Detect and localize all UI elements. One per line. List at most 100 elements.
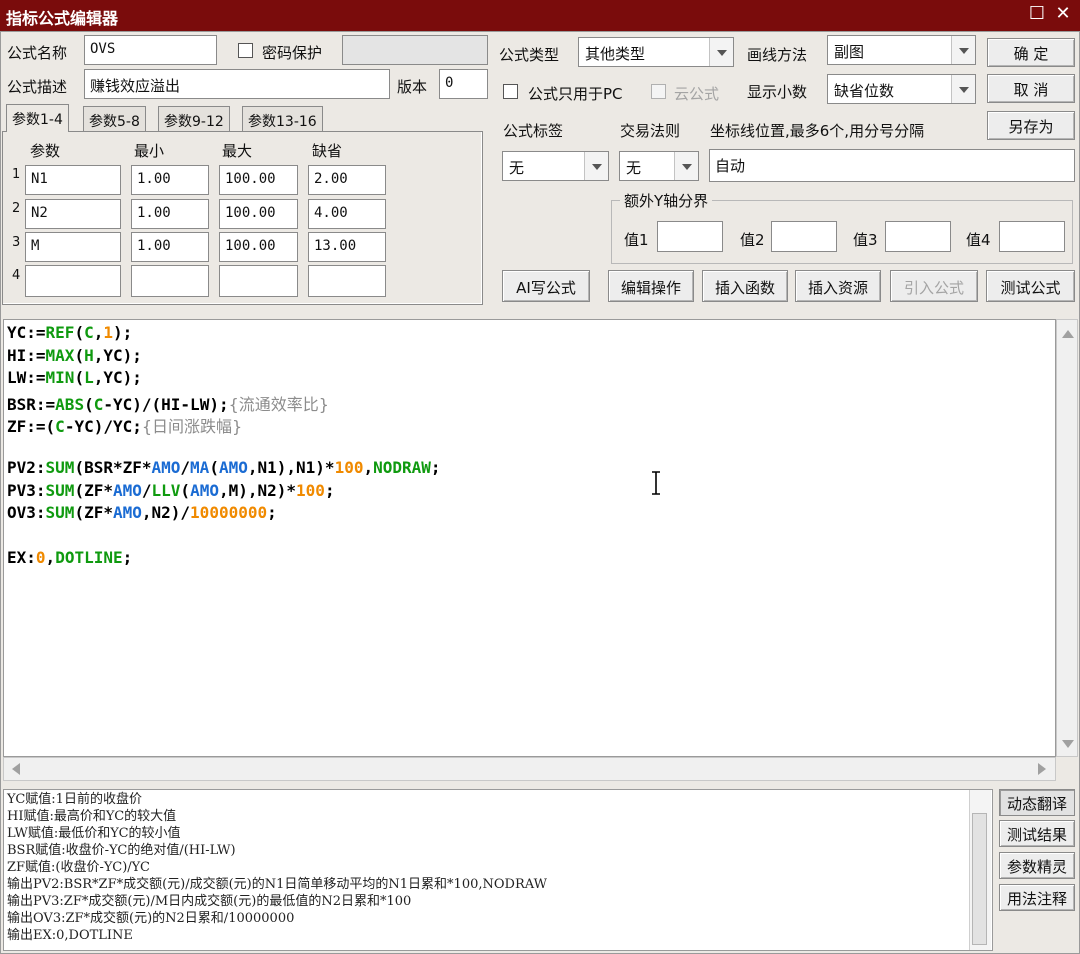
formula-name-input[interactable]: OVS xyxy=(84,35,217,65)
param-default-input[interactable] xyxy=(308,265,386,297)
tab-params-13-16[interactable]: 参数13-16 xyxy=(242,106,323,132)
code-token: , xyxy=(93,323,104,342)
output-line: 输出OV3:ZF*成交额(元)的N2日累和/10000000 xyxy=(7,911,295,926)
param-default-input[interactable]: 13.00 xyxy=(308,232,386,262)
decimals-value: 缺省位数 xyxy=(834,82,895,100)
formula-desc-input[interactable]: 赚钱效应溢出 xyxy=(84,69,390,99)
pc-only-label: 公式只用于PC xyxy=(528,85,623,103)
formula-tag-select[interactable]: 无 xyxy=(502,151,609,181)
param-name-input[interactable] xyxy=(25,265,121,297)
scroll-left-icon[interactable] xyxy=(12,763,20,775)
code-line: ZF:=(C-YC)/YC;{日间涨跌幅} xyxy=(7,413,242,436)
draw-method-select[interactable]: 副图 xyxy=(827,35,976,65)
value2-label: 值2 xyxy=(740,231,765,249)
chevron-down-icon[interactable] xyxy=(951,36,975,64)
usage-notes-button[interactable]: 用法注释 xyxy=(999,884,1075,911)
output-line: BSR赋值:收盘价-YC的绝对值/(HI-LW) xyxy=(7,843,236,858)
code-line: EX:0,DOTLINE; xyxy=(7,548,132,571)
param-header-max: 最大 xyxy=(222,142,253,160)
code-line: LW:=MIN(L,YC); xyxy=(7,368,142,391)
value4-label: 值4 xyxy=(966,231,991,249)
edit-operations-button[interactable]: 编辑操作 xyxy=(608,270,694,302)
formula-type-select[interactable]: 其他类型 xyxy=(578,37,734,67)
code-token: AMO xyxy=(112,503,142,522)
param-max-input[interactable]: 100.00 xyxy=(219,199,298,229)
code-token: ,N2)/ xyxy=(141,503,191,522)
tab-params-1-4[interactable]: 参数1-4 xyxy=(6,104,69,132)
cloud-formula-label: 云公式 xyxy=(674,85,720,103)
code-editor[interactable]: YC:=REF(C,1); HI:=MAX(H,YC); LW:=MIN(L,YC)… xyxy=(3,319,1056,757)
value3-input[interactable] xyxy=(885,221,951,252)
tab-params-9-12[interactable]: 参数9-12 xyxy=(158,106,230,132)
param-max-input[interactable]: 100.00 xyxy=(219,232,298,262)
dynamic-translate-button[interactable]: 动态翻译 xyxy=(999,789,1075,816)
code-token: 10000000 xyxy=(190,503,268,522)
extra-y-axis-title: 额外Y轴分界 xyxy=(620,190,713,211)
code-line: YC:=REF(C,1); xyxy=(7,323,132,346)
trade-rule-select[interactable]: 无 xyxy=(619,151,699,181)
editor-vertical-scrollbar[interactable] xyxy=(1056,319,1078,757)
code-token: ,YC); xyxy=(93,345,142,365)
version-label: 版本 xyxy=(397,78,428,96)
test-formula-button[interactable]: 测试公式 xyxy=(986,270,1075,302)
param-row-index: 2 xyxy=(12,201,21,216)
param-max-input[interactable]: 100.00 xyxy=(219,165,298,195)
value2-input[interactable] xyxy=(771,221,837,252)
editor-horizontal-scrollbar[interactable] xyxy=(3,757,1056,781)
param-min-input[interactable]: 1.00 xyxy=(131,165,209,195)
code-token: MA xyxy=(190,458,210,477)
param-default-input[interactable]: 2.00 xyxy=(308,165,386,195)
axis-position-input[interactable]: 自动 xyxy=(709,149,1075,182)
output-scroll-thumb[interactable] xyxy=(972,813,987,945)
scroll-down-icon[interactable] xyxy=(1062,740,1074,748)
code-line: BSR:=ABS(C-YC)/(HI-LW);{流通效率比} xyxy=(7,391,329,414)
password-checkbox[interactable] xyxy=(238,43,253,58)
ai-write-formula-button[interactable]: AI写公式 xyxy=(502,270,590,302)
param-row-index: 4 xyxy=(12,268,21,283)
param-min-input[interactable]: 1.00 xyxy=(131,199,209,229)
code-token: ,YC); xyxy=(93,368,142,387)
value3-label: 值3 xyxy=(853,231,878,249)
param-header-min: 最小 xyxy=(134,142,165,160)
param-min-input[interactable]: 1.00 xyxy=(131,232,209,262)
chevron-down-icon[interactable] xyxy=(584,152,608,180)
formula-type-label: 公式类型 xyxy=(499,46,560,64)
code-token: 100 xyxy=(334,458,364,477)
trade-rule-label: 交易法则 xyxy=(620,122,681,140)
scroll-up-icon[interactable] xyxy=(1062,330,1074,338)
title-bar: 指标公式编辑器 ☐ ✕ xyxy=(0,0,1080,31)
close-window-icon[interactable]: ✕ xyxy=(1052,3,1074,25)
param-name-input[interactable]: M xyxy=(25,232,121,262)
code-line: PV2:SUM(BSR*ZF*AMO/MA(AMO,N1),N1)*100,NO… xyxy=(7,458,441,481)
insert-resource-button[interactable]: 插入资源 xyxy=(795,270,881,302)
code-token: ( xyxy=(74,323,85,342)
cancel-button[interactable]: 取 消 xyxy=(987,74,1075,103)
code-token: ); xyxy=(113,323,133,342)
version-input[interactable]: 0 xyxy=(439,69,488,99)
pc-only-checkbox[interactable] xyxy=(503,84,518,99)
chevron-down-icon[interactable] xyxy=(951,75,975,103)
ok-button[interactable]: 确 定 xyxy=(987,38,1075,67)
value1-input[interactable] xyxy=(657,221,723,252)
code-token: OV3: xyxy=(7,503,46,522)
param-default-input[interactable]: 4.00 xyxy=(308,199,386,229)
password-input xyxy=(342,35,488,65)
insert-function-button[interactable]: 插入函数 xyxy=(702,270,788,302)
save-as-button[interactable]: 另存为 xyxy=(987,111,1075,140)
param-name-input[interactable]: N1 xyxy=(25,165,121,195)
param-min-input[interactable] xyxy=(131,265,209,297)
tab-params-5-8[interactable]: 参数5-8 xyxy=(83,106,146,132)
value4-input[interactable] xyxy=(999,221,1065,252)
restore-window-icon[interactable]: ☐ xyxy=(1026,3,1048,25)
param-wizard-button[interactable]: 参数精灵 xyxy=(999,852,1075,879)
decimals-select[interactable]: 缺省位数 xyxy=(827,74,976,104)
param-max-input[interactable] xyxy=(219,265,298,297)
test-result-button[interactable]: 测试结果 xyxy=(999,820,1075,847)
chevron-down-icon[interactable] xyxy=(674,152,698,180)
code-line: HI:=MAX(H,YC); xyxy=(7,346,142,369)
code-token: 0 xyxy=(35,548,46,567)
code-token: -YC)/YC; xyxy=(64,417,142,436)
scroll-right-icon[interactable] xyxy=(1038,763,1046,775)
chevron-down-icon[interactable] xyxy=(709,38,733,66)
param-name-input[interactable]: N2 xyxy=(25,199,121,229)
